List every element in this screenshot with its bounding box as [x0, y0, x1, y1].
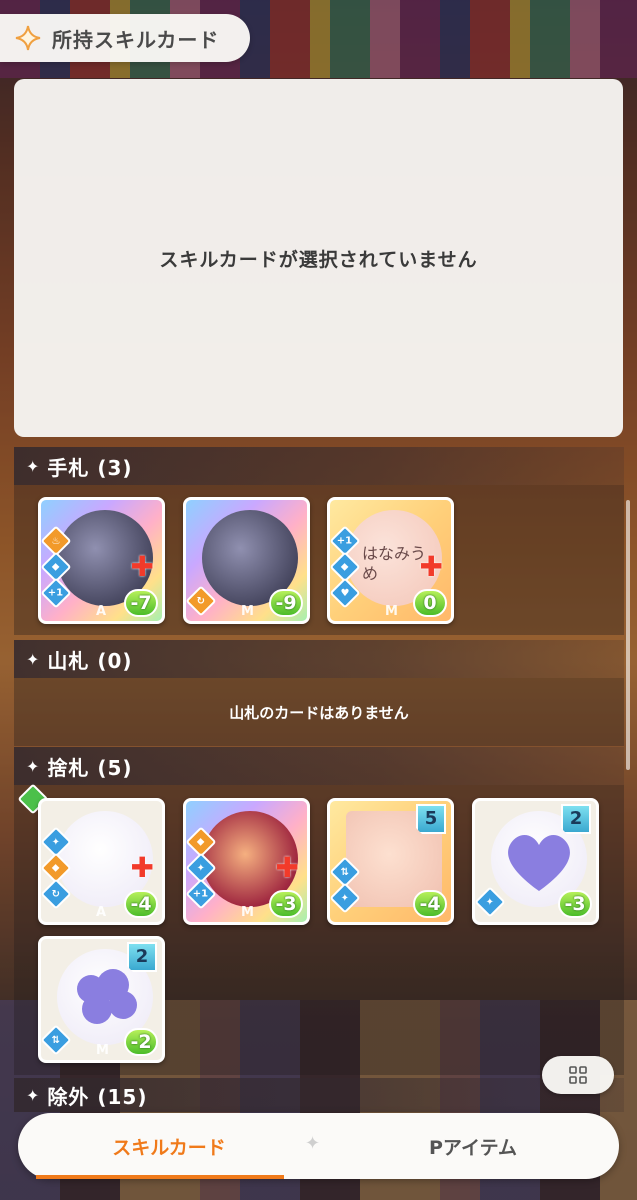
tab-p-item[interactable]: Pアイテム — [358, 1113, 588, 1179]
card-effect-icons: +1 ◆ ♥ — [330, 525, 361, 609]
card-cost-badge: -9 — [269, 589, 303, 617]
section-label-deck: 山札 (0) — [47, 648, 133, 673]
card-effect-icons: ✦ ◆ ↻ — [41, 826, 72, 910]
card-effect-icons: ⇅ ✦ — [330, 856, 361, 914]
card-detail-panel: スキルカードが選択されていません — [14, 79, 623, 437]
scrollbar[interactable] — [626, 500, 630, 770]
page-title: 所持スキルカード — [52, 27, 220, 52]
cycle-icon: ↻ — [41, 878, 72, 910]
upgrade-plus-icon: ✚ — [275, 851, 299, 884]
skill-card[interactable]: 5 ⇅ ✦ -4 — [327, 798, 454, 925]
skill-card[interactable]: ↻ M -9 — [183, 497, 310, 624]
skill-card[interactable]: ♨ ◆ +1 ✚ A -7 — [38, 497, 165, 624]
grid-view-button[interactable] — [542, 1056, 614, 1094]
active-tab-indicator — [36, 1175, 284, 1179]
star-icon: ✦ — [330, 882, 361, 914]
sparkle-icon: ✦ — [26, 1085, 40, 1105]
card-cost-badge: -2 — [124, 1028, 158, 1056]
card-level-badge: 5 — [416, 804, 446, 834]
card-grade: M — [96, 1043, 109, 1058]
title-pill: 所持スキルカード — [0, 14, 250, 62]
skill-card[interactable]: ✦ ◆ ↻ ✚ A -4 — [38, 798, 165, 925]
tab-skill-card[interactable]: スキルカード — [54, 1113, 284, 1179]
section-label-discard: 捨札 (5) — [47, 755, 133, 780]
card-level-badge: 2 — [127, 942, 157, 972]
card-effect-icons: ⇅ — [41, 1024, 72, 1056]
heart-icon: ♥ — [330, 577, 361, 609]
skill-card[interactable]: はなみうめ +1 ◆ ♥ ✚ M 0 — [327, 497, 454, 624]
card-cost-badge: -7 — [124, 589, 158, 617]
section-header-hand: ✦ 手札 (3) — [14, 447, 624, 485]
sparkle-icon: ✦ — [26, 456, 40, 476]
cycle-icon: ↻ — [186, 585, 217, 617]
skill-card[interactable]: 2 ⇅ M -2 — [38, 936, 165, 1063]
star-icon: ✦ — [475, 886, 506, 918]
no-selection-message: スキルカードが選択されていません — [159, 248, 478, 271]
plus-one-icon: +1 — [41, 577, 72, 609]
card-grade: A — [96, 905, 107, 920]
upgrade-plus-icon: ✚ — [130, 550, 154, 583]
plus-one-icon: +1 — [186, 878, 217, 910]
card-cost-badge: -3 — [269, 890, 303, 918]
grid-icon — [569, 1066, 587, 1084]
card-grade: A — [96, 604, 107, 619]
section-header-removed: ✦ 除外 (15) — [14, 1078, 624, 1112]
sparkle-icon: ✦ — [26, 649, 40, 669]
card-effect-icons: ↻ — [186, 585, 217, 617]
skill-card[interactable]: 2 ✦ -3 — [472, 798, 599, 925]
card-art-text: はなみうめ — [362, 544, 427, 583]
card-cost-badge: 0 — [413, 589, 447, 617]
section-header-discard: ✦ 捨札 (5) — [14, 747, 624, 785]
card-effect-icons: ♨ ◆ +1 — [41, 525, 72, 609]
skill-card[interactable]: ◆ ✦ +1 ✚ M -3 — [183, 798, 310, 925]
sparkle-icon — [15, 25, 41, 51]
card-cost-badge: -4 — [124, 890, 158, 918]
card-grade: M — [241, 604, 254, 619]
card-effect-icons: ◆ ✦ +1 — [186, 826, 217, 910]
card-grade: M — [385, 604, 398, 619]
card-cost-badge: -4 — [413, 890, 447, 918]
deck-empty-message: 山札のカードはありません — [229, 704, 409, 722]
card-grade: M — [241, 905, 254, 920]
sparkle-icon: ✦ — [26, 756, 40, 776]
section-header-deck: ✦ 山札 (0) — [14, 640, 624, 678]
swap-icon: ⇅ — [41, 1024, 72, 1056]
upgrade-plus-icon: ✚ — [419, 550, 443, 583]
section-label-removed: 除外 (15) — [47, 1084, 148, 1109]
card-level-badge: 2 — [561, 804, 591, 834]
section-label-hand: 手札 (3) — [47, 455, 133, 480]
tab-separator-icon: ✦ — [305, 1133, 321, 1154]
card-cost-badge: -3 — [558, 890, 592, 918]
upgrade-plus-icon: ✚ — [130, 851, 154, 884]
card-effect-icons: ✦ — [475, 886, 506, 918]
